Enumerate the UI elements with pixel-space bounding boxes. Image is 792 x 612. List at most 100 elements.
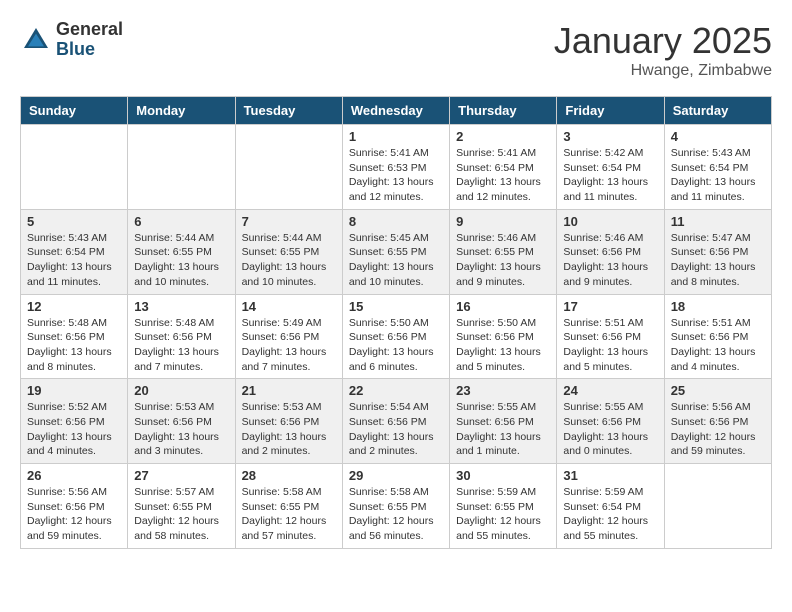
calendar-cell — [664, 464, 771, 549]
day-number: 11 — [671, 214, 765, 229]
day-info: Sunrise: 5:46 AM Sunset: 6:55 PM Dayligh… — [456, 231, 550, 290]
day-number: 31 — [563, 468, 657, 483]
weekday-header-saturday: Saturday — [664, 97, 771, 125]
calendar-cell: 2 Sunrise: 5:41 AM Sunset: 6:54 PM Daylig… — [450, 125, 557, 210]
calendar-cell: 10 Sunrise: 5:46 AM Sunset: 6:56 PM Dayli… — [557, 209, 664, 294]
calendar-cell: 6Sunrise: 5:44 AM Sunset: 6:55 PM Daylig… — [128, 209, 235, 294]
day-number: 17 — [563, 299, 657, 314]
day-info: Sunrise: 5:58 AM Sunset: 6:55 PM Dayligh… — [349, 485, 443, 544]
calendar-cell: 31 Sunrise: 5:59 AM Sunset: 6:54 PM Dayli… — [557, 464, 664, 549]
day-number: 19 — [27, 383, 121, 398]
day-info: Sunrise: 5:51 AM Sunset: 6:56 PM Dayligh… — [671, 316, 765, 375]
calendar-cell — [128, 125, 235, 210]
calendar-cell: 13 Sunrise: 5:48 AM Sunset: 6:56 PM Dayli… — [128, 294, 235, 379]
day-number: 13 — [134, 299, 228, 314]
location-label: Hwange, Zimbabwe — [554, 62, 772, 80]
weekday-header-tuesday: Tuesday — [235, 97, 342, 125]
logo: General Blue — [20, 20, 123, 60]
calendar-cell: 21 Sunrise: 5:53 AM Sunset: 6:56 PM Dayli… — [235, 379, 342, 464]
logo-general-label: General — [56, 20, 123, 40]
day-info: Sunrise: 5:56 AM Sunset: 6:56 PM Dayligh… — [27, 485, 121, 544]
day-info: Sunrise: 5:48 AM Sunset: 6:56 PM Dayligh… — [27, 316, 121, 375]
day-number: 10 — [563, 214, 657, 229]
day-info: Sunrise: 5:53 AM Sunset: 6:56 PM Dayligh… — [134, 400, 228, 459]
day-number: 2 — [456, 129, 550, 144]
day-number: 3 — [563, 129, 657, 144]
day-info: Sunrise: 5:49 AM Sunset: 6:56 PM Dayligh… — [242, 316, 336, 375]
day-number: 12 — [27, 299, 121, 314]
day-info: Sunrise: 5:59 AM Sunset: 6:54 PM Dayligh… — [563, 485, 657, 544]
day-number: 9 — [456, 214, 550, 229]
calendar-cell: 24 Sunrise: 5:55 AM Sunset: 6:56 PM Dayli… — [557, 379, 664, 464]
day-info: Sunrise: 5:54 AM Sunset: 6:56 PM Dayligh… — [349, 400, 443, 459]
calendar-cell: 8Sunrise: 5:45 AM Sunset: 6:55 PM Daylig… — [342, 209, 449, 294]
logo-text: General Blue — [56, 20, 123, 60]
calendar-cell: 14 Sunrise: 5:49 AM Sunset: 6:56 PM Dayli… — [235, 294, 342, 379]
day-info: Sunrise: 5:41 AM Sunset: 6:54 PM Dayligh… — [456, 146, 550, 205]
calendar-cell: 19 Sunrise: 5:52 AM Sunset: 6:56 PM Dayli… — [21, 379, 128, 464]
calendar-cell: 18 Sunrise: 5:51 AM Sunset: 6:56 PM Dayli… — [664, 294, 771, 379]
calendar-cell: 15Sunrise: 5:50 AM Sunset: 6:56 PM Dayli… — [342, 294, 449, 379]
day-number: 26 — [27, 468, 121, 483]
day-info: Sunrise: 5:47 AM Sunset: 6:56 PM Dayligh… — [671, 231, 765, 290]
calendar-cell: 27Sunrise: 5:57 AM Sunset: 6:55 PM Dayli… — [128, 464, 235, 549]
day-number: 14 — [242, 299, 336, 314]
calendar-cell: 5Sunrise: 5:43 AM Sunset: 6:54 PM Daylig… — [21, 209, 128, 294]
weekday-header-row: SundayMondayTuesdayWednesdayThursdayFrid… — [21, 97, 772, 125]
day-number: 18 — [671, 299, 765, 314]
logo-icon — [20, 24, 52, 56]
day-info: Sunrise: 5:51 AM Sunset: 6:56 PM Dayligh… — [563, 316, 657, 375]
day-number: 22 — [349, 383, 443, 398]
day-info: Sunrise: 5:43 AM Sunset: 6:54 PM Dayligh… — [671, 146, 765, 205]
day-number: 27 — [134, 468, 228, 483]
day-number: 28 — [242, 468, 336, 483]
day-number: 23 — [456, 383, 550, 398]
logo-blue-label: Blue — [56, 40, 123, 60]
calendar-cell: 26 Sunrise: 5:56 AM Sunset: 6:56 PM Dayli… — [21, 464, 128, 549]
calendar-row-3: 12 Sunrise: 5:48 AM Sunset: 6:56 PM Dayli… — [21, 294, 772, 379]
day-number: 7 — [242, 214, 336, 229]
calendar-row-2: 5Sunrise: 5:43 AM Sunset: 6:54 PM Daylig… — [21, 209, 772, 294]
calendar-cell — [235, 125, 342, 210]
calendar-cell: 9 Sunrise: 5:46 AM Sunset: 6:55 PM Daylig… — [450, 209, 557, 294]
day-info: Sunrise: 5:59 AM Sunset: 6:55 PM Dayligh… — [456, 485, 550, 544]
day-number: 30 — [456, 468, 550, 483]
calendar-cell: 25 Sunrise: 5:56 AM Sunset: 6:56 PM Dayli… — [664, 379, 771, 464]
weekday-header-thursday: Thursday — [450, 97, 557, 125]
calendar-cell: 1 Sunrise: 5:41 AM Sunset: 6:53 PM Daylig… — [342, 125, 449, 210]
day-info: Sunrise: 5:55 AM Sunset: 6:56 PM Dayligh… — [456, 400, 550, 459]
calendar-cell: 29 Sunrise: 5:58 AM Sunset: 6:55 PM Dayli… — [342, 464, 449, 549]
day-info: Sunrise: 5:50 AM Sunset: 6:56 PM Dayligh… — [349, 316, 443, 375]
day-number: 29 — [349, 468, 443, 483]
day-info: Sunrise: 5:53 AM Sunset: 6:56 PM Dayligh… — [242, 400, 336, 459]
day-number: 16 — [456, 299, 550, 314]
calendar-cell: 17 Sunrise: 5:51 AM Sunset: 6:56 PM Dayli… — [557, 294, 664, 379]
calendar-cell: 12 Sunrise: 5:48 AM Sunset: 6:56 PM Dayli… — [21, 294, 128, 379]
day-info: Sunrise: 5:44 AM Sunset: 6:55 PM Dayligh… — [134, 231, 228, 290]
calendar-cell: 4 Sunrise: 5:43 AM Sunset: 6:54 PM Daylig… — [664, 125, 771, 210]
calendar-row-1: 1 Sunrise: 5:41 AM Sunset: 6:53 PM Daylig… — [21, 125, 772, 210]
calendar-cell: 3 Sunrise: 5:42 AM Sunset: 6:54 PM Daylig… — [557, 125, 664, 210]
day-info: Sunrise: 5:43 AM Sunset: 6:54 PM Dayligh… — [27, 231, 121, 290]
day-number: 24 — [563, 383, 657, 398]
day-info: Sunrise: 5:46 AM Sunset: 6:56 PM Dayligh… — [563, 231, 657, 290]
day-number: 4 — [671, 129, 765, 144]
calendar-table: SundayMondayTuesdayWednesdayThursdayFrid… — [20, 96, 772, 549]
day-info: Sunrise: 5:56 AM Sunset: 6:56 PM Dayligh… — [671, 400, 765, 459]
day-info: Sunrise: 5:41 AM Sunset: 6:53 PM Dayligh… — [349, 146, 443, 205]
calendar-cell: 30 Sunrise: 5:59 AM Sunset: 6:55 PM Dayli… — [450, 464, 557, 549]
month-title: January 2025 — [554, 20, 772, 62]
day-info: Sunrise: 5:55 AM Sunset: 6:56 PM Dayligh… — [563, 400, 657, 459]
day-number: 1 — [349, 129, 443, 144]
day-number: 21 — [242, 383, 336, 398]
day-number: 25 — [671, 383, 765, 398]
day-info: Sunrise: 5:52 AM Sunset: 6:56 PM Dayligh… — [27, 400, 121, 459]
page-header: General Blue January 2025 Hwange, Zimbab… — [20, 20, 772, 80]
calendar-cell: 11 Sunrise: 5:47 AM Sunset: 6:56 PM Dayli… — [664, 209, 771, 294]
day-info: Sunrise: 5:50 AM Sunset: 6:56 PM Dayligh… — [456, 316, 550, 375]
day-info: Sunrise: 5:42 AM Sunset: 6:54 PM Dayligh… — [563, 146, 657, 205]
calendar-cell: 20 Sunrise: 5:53 AM Sunset: 6:56 PM Dayli… — [128, 379, 235, 464]
day-number: 20 — [134, 383, 228, 398]
weekday-header-monday: Monday — [128, 97, 235, 125]
day-info: Sunrise: 5:48 AM Sunset: 6:56 PM Dayligh… — [134, 316, 228, 375]
